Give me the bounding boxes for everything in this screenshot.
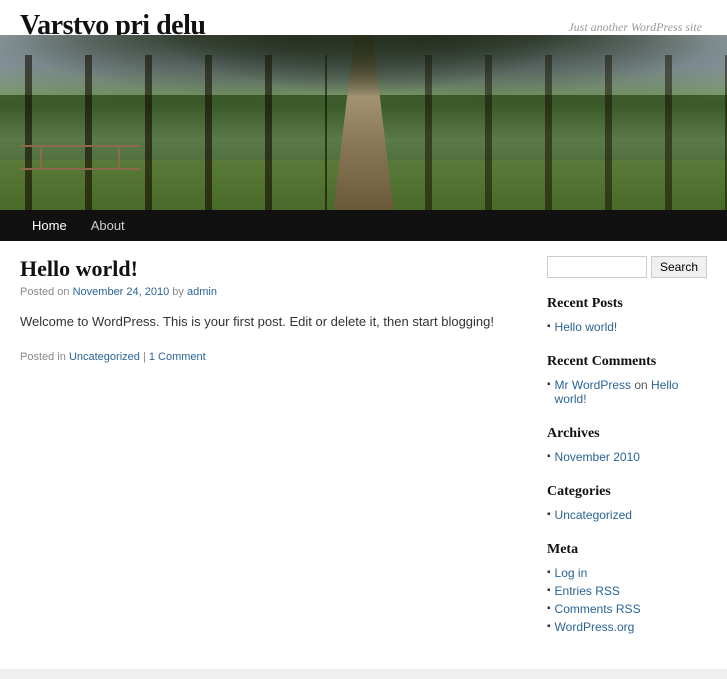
list-item: WordPress.org	[547, 618, 707, 636]
search-widget: Search	[547, 256, 707, 278]
archives-widget: Archives November 2010	[547, 426, 707, 466]
main-content: Hello world! Posted on November 24, 2010…	[0, 241, 727, 669]
recent-post-link[interactable]: Hello world!	[555, 320, 618, 334]
nav-item-home[interactable]: Home	[20, 210, 79, 241]
meta-comments-rss-link[interactable]: Comments RSS	[555, 602, 641, 616]
categories-list: Uncategorized	[547, 506, 707, 524]
post-title: Hello world!	[20, 256, 517, 282]
list-item: Comments RSS	[547, 600, 707, 618]
meta-widget: Meta Log in Entries RSS Comments RSS Wor…	[547, 542, 707, 636]
list-item: Log in	[547, 564, 707, 582]
post: Hello world! Posted on November 24, 2010…	[20, 256, 517, 363]
list-item: November 2010	[547, 448, 707, 466]
post-body: Welcome to WordPress. This is your first…	[20, 312, 517, 333]
meta-list: Log in Entries RSS Comments RSS WordPres…	[547, 564, 707, 636]
recent-posts-title: Recent Posts	[547, 296, 707, 312]
list-item: Mr WordPress on Hello world!	[547, 376, 707, 408]
post-footer-prefix: Posted in	[20, 351, 66, 363]
header-image	[0, 35, 727, 210]
recent-posts-widget: Recent Posts Hello world!	[547, 296, 707, 336]
meta-title: Meta	[547, 542, 707, 558]
search-input[interactable]	[547, 256, 647, 278]
recent-comments-list: Mr WordPress on Hello world!	[547, 376, 707, 408]
list-item: Hello world!	[547, 318, 707, 336]
post-author-link[interactable]: admin	[187, 286, 217, 298]
post-meta-by: by	[172, 286, 187, 298]
list-item: Entries RSS	[547, 582, 707, 600]
nav-link-home[interactable]: Home	[20, 210, 79, 241]
archives-list: November 2010	[547, 448, 707, 466]
navigation: Home About	[0, 210, 727, 241]
nav-item-about[interactable]: About	[79, 210, 137, 241]
post-meta: Posted on November 24, 2010 by admin	[20, 286, 517, 298]
comment-author-link[interactable]: Mr WordPress	[555, 378, 631, 392]
categories-widget: Categories Uncategorized	[547, 484, 707, 524]
nav-link-about[interactable]: About	[79, 210, 137, 241]
post-category-link[interactable]: Uncategorized	[69, 351, 140, 363]
category-link[interactable]: Uncategorized	[555, 508, 632, 522]
meta-wordpress-link[interactable]: WordPress.org	[555, 620, 635, 634]
list-item: Uncategorized	[547, 506, 707, 524]
recent-posts-list: Hello world!	[547, 318, 707, 336]
sidebar: Search Recent Posts Hello world! Recent …	[547, 256, 707, 654]
meta-login-link[interactable]: Log in	[555, 566, 588, 580]
post-meta-prefix: Posted on	[20, 286, 70, 298]
recent-comments-widget: Recent Comments Mr WordPress on Hello wo…	[547, 354, 707, 408]
post-comments-link[interactable]: 1 Comment	[149, 351, 206, 363]
post-date-link[interactable]: November 24, 2010	[73, 286, 170, 298]
categories-title: Categories	[547, 484, 707, 500]
recent-comments-title: Recent Comments	[547, 354, 707, 370]
meta-entries-rss-link[interactable]: Entries RSS	[555, 584, 620, 598]
search-button[interactable]: Search	[651, 256, 707, 278]
post-footer: Posted in Uncategorized | 1 Comment	[20, 351, 517, 363]
archive-link[interactable]: November 2010	[555, 450, 640, 464]
comment-suffix: on	[634, 378, 651, 392]
archives-title: Archives	[547, 426, 707, 442]
content-area: Hello world! Posted on November 24, 2010…	[20, 256, 547, 654]
footer	[0, 669, 727, 679]
search-form: Search	[547, 256, 707, 278]
